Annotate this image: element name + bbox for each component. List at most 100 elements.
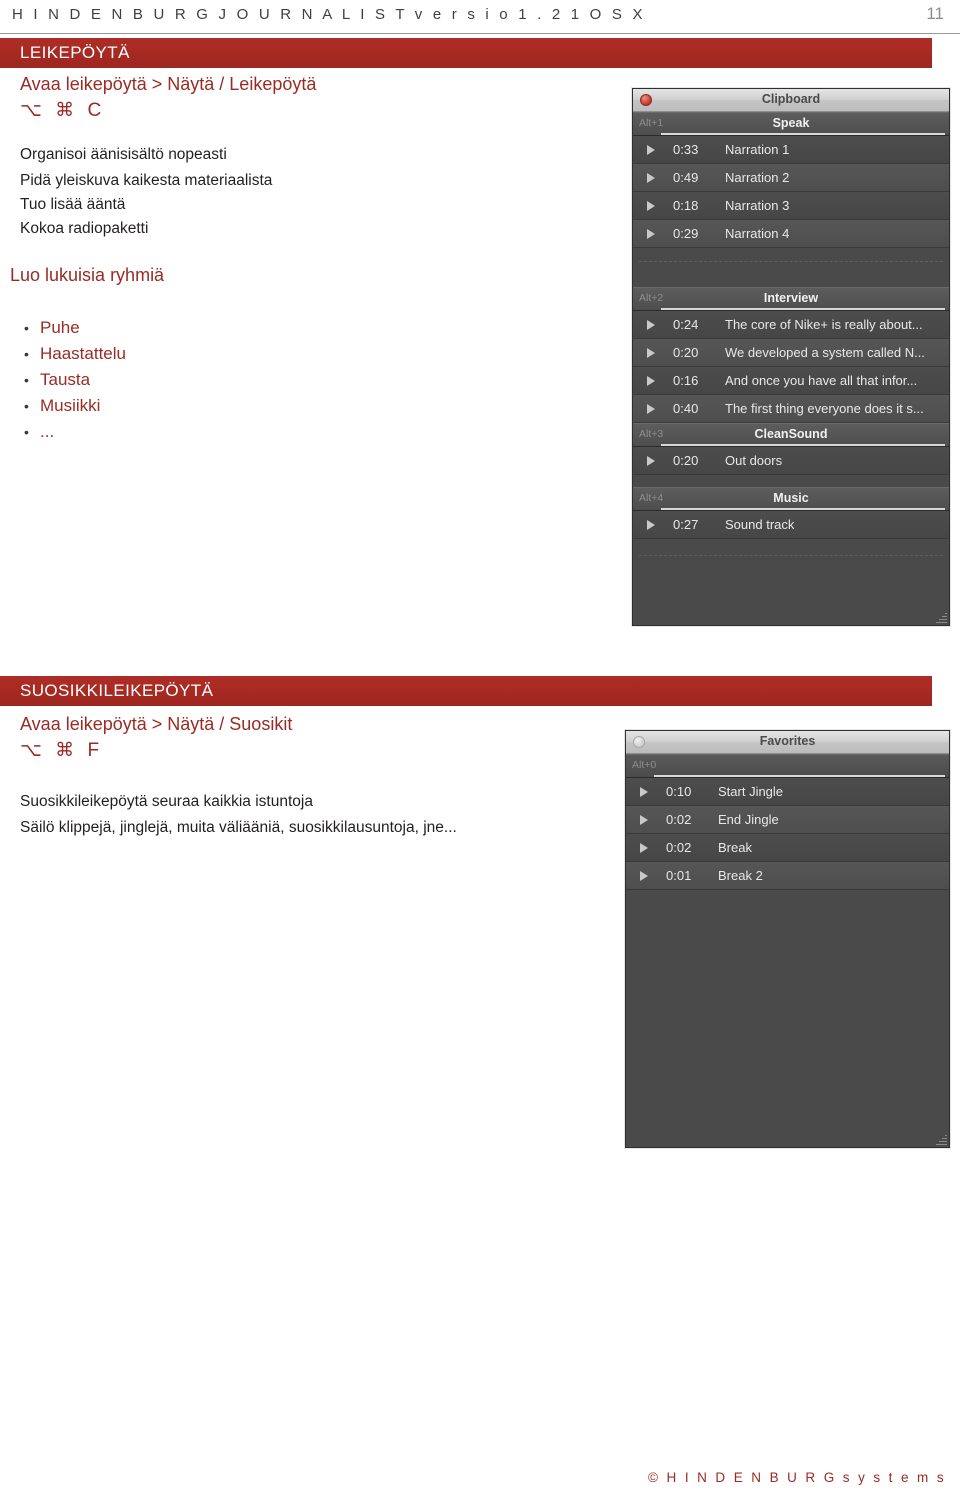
list-item: • Musiikki [24,396,100,416]
body-line: Suosikkileikepöytä seuraa kaikkia istunt… [20,793,313,810]
favorites-window-title: Favorites [759,734,816,748]
favorites-empty-space [626,890,949,1145]
clipboard-gap [633,475,949,487]
list-item-label: Puhe [40,318,80,337]
clip-duration: 0:20 [673,345,699,360]
clipboard-group-header[interactable]: Alt+3 CleanSound [633,423,949,447]
clip-row[interactable]: 0:27 Sound track [633,511,949,539]
bullet-dot: • [24,346,29,362]
group-underline [661,444,945,446]
section-title-favorites: SUOSIKKILEIKEPÖYTÄ [20,681,214,700]
clip-duration: 0:18 [673,198,699,213]
list-item-label: Tausta [40,370,91,389]
clip-row[interactable]: 0:40 The first thing everyone does it s.… [633,395,949,423]
document-header-title: H I N D E N B U R G J O U R N A L I S T … [12,6,646,23]
play-icon[interactable] [647,201,655,211]
play-icon[interactable] [640,787,648,797]
section-title-clipboard: LEIKEPÖYTÄ [20,43,130,62]
play-icon[interactable] [647,320,655,330]
body-line: Kokoa radiopaketti [20,220,149,237]
clip-row[interactable]: 0:01 Break 2 [626,862,949,890]
group-label: Music [773,491,809,505]
clip-duration: 0:02 [666,840,692,855]
play-icon[interactable] [647,456,655,466]
group-label: Interview [763,291,819,305]
clip-row[interactable]: 0:02 End Jingle [626,806,949,834]
bullet-dot: • [24,398,29,414]
play-icon[interactable] [647,404,655,414]
list-item: •... [24,422,54,442]
clipboard-gap [633,555,949,585]
clip-duration: 0:40 [673,401,699,416]
clip-duration: 0:01 [666,868,692,883]
clip-duration: 0:24 [673,317,699,332]
group-underline [654,775,945,777]
clip-title: We developed a system called N... [725,345,925,360]
clip-duration: 0:10 [666,784,692,799]
shortcut-favorites: ⌥ ⌘ F [20,740,104,761]
clip-title: Break [718,840,752,855]
section-bar-clipboard: LEIKEPÖYTÄ [0,38,932,68]
clip-title: End Jingle [718,812,779,827]
bullet-dot: • [24,424,29,440]
group-underline [661,133,945,135]
clipboard-group-header[interactable]: Alt+2 Interview [633,287,949,311]
bullet-dot: • [24,372,29,388]
play-icon[interactable] [640,871,648,881]
clip-title: And once you have all that infor... [725,373,918,388]
clip-duration: 0:20 [673,453,699,468]
clip-row[interactable]: 0:02 Break [626,834,949,862]
play-icon[interactable] [647,229,655,239]
body-line: Säilö klippejä, jinglejä, muita väliääni… [20,819,457,836]
clip-row[interactable]: 0:29 Narration 4 [633,220,949,248]
clip-duration: 0:02 [666,812,692,827]
divider [639,555,943,556]
body-line: Tuo lisää ääntä [20,196,126,213]
play-icon[interactable] [647,173,655,183]
clipboard-group-header[interactable]: Alt+1 Speak [633,112,949,136]
play-icon[interactable] [640,843,648,853]
play-icon[interactable] [640,815,648,825]
body-line: Pidä yleiskuva kaikesta materiaalista [20,172,273,189]
clip-title: Narration 2 [725,170,790,185]
favorites-window-screenshot: Favorites Alt+0 0:10 Start Jingle 0:02 E… [625,730,950,1148]
clip-row[interactable]: 0:24 The core of Nike+ is really about..… [633,311,949,339]
clip-row[interactable]: 0:10 Start Jingle [626,778,949,806]
list-item-label: Musiikki [40,396,101,415]
footer-copyright: © H I N D E N B U R G s y s t e m s [648,1470,946,1485]
clip-row[interactable]: 0:20 We developed a system called N... [633,339,949,367]
sub-heading-groups: Luo lukuisia ryhmiä [10,265,165,285]
list-item: • Haastattelu [24,344,126,364]
clip-row[interactable]: 0:18 Narration 3 [633,192,949,220]
resize-handle[interactable] [935,611,947,623]
clipboard-empty-space [633,585,949,625]
clip-title: Narration 1 [725,142,790,157]
clipboard-window-title: Clipboard [761,92,821,106]
group-underline [661,508,945,510]
clip-row[interactable]: 0:16 And once you have all that infor... [633,367,949,395]
clipboard-window-screenshot: Clipboard Alt+1 Speak 0:33 Narration 1 0… [632,88,950,626]
play-icon[interactable] [647,376,655,386]
clip-row[interactable]: 0:49 Narration 2 [633,164,949,192]
clip-title: Narration 3 [725,198,790,213]
clipboard-window-titlebar: Clipboard [633,89,949,112]
clip-duration: 0:16 [673,373,699,388]
play-icon[interactable] [647,520,655,530]
favorites-group-header[interactable]: Alt+0 [626,754,949,778]
bullet-dot: • [24,320,29,336]
group-underline [661,308,945,310]
clip-row[interactable]: 0:20 Out doors [633,447,949,475]
clip-duration: 0:29 [673,226,699,241]
divider [639,261,943,262]
clip-title: The first thing everyone does it s... [725,401,924,416]
clip-title: The core of Nike+ is really about... [725,317,923,332]
page-header: H I N D E N B U R G J O U R N A L I S T … [0,0,960,34]
play-icon[interactable] [647,145,655,155]
resize-handle[interactable] [935,1133,947,1145]
list-item: • Tausta [24,370,90,390]
play-icon[interactable] [647,348,655,358]
clipboard-group-header[interactable]: Alt+4 Music [633,487,949,511]
clipboard-gap [633,261,949,287]
clip-row[interactable]: 0:33 Narration 1 [633,136,949,164]
clip-title: Narration 4 [725,226,790,241]
